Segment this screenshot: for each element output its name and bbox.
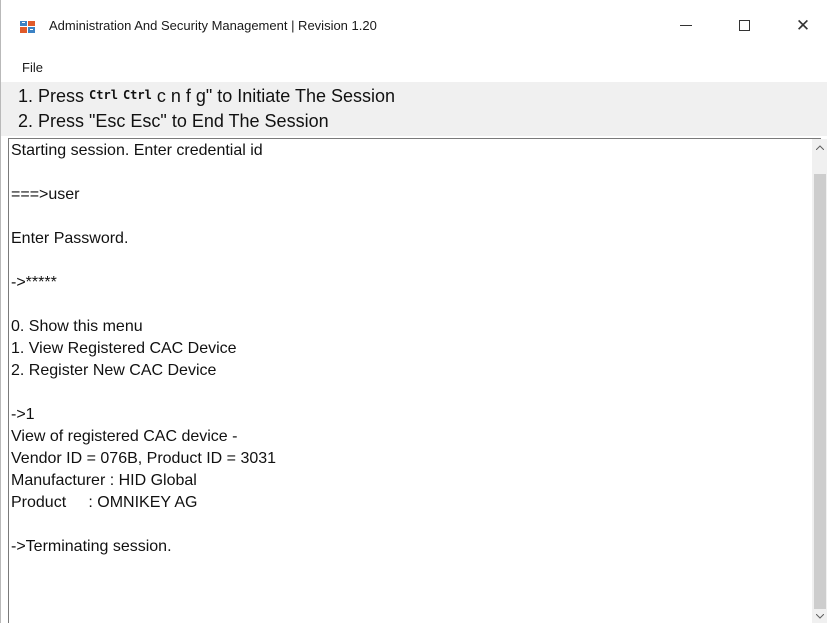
menu-bar: File [1, 52, 827, 82]
scrollbar-thumb[interactable] [814, 174, 826, 609]
chevron-down-icon[interactable] [812, 609, 827, 623]
maximize-icon [738, 19, 750, 31]
console-line: Starting session. Enter credential id [11, 142, 263, 159]
console-line: Vendor ID = 076B, Product ID = 3031 [11, 450, 277, 467]
console-line: 0. Show this menu [11, 318, 143, 335]
close-icon: ✕ [795, 15, 811, 35]
ctrl-key-label: Ctrl [122, 88, 152, 102]
window-title: Administration And Security Management |… [49, 18, 377, 33]
console-line: Manufacturer : HID Global [11, 472, 197, 489]
title-bar[interactable]: Administration And Security Management |… [1, 0, 827, 52]
instruction-start-prefix: 1. Press [18, 86, 90, 106]
minimize-button[interactable] [663, 6, 709, 44]
instructions-panel: 1. Press Ctrl Ctrl c n f g" to Initiate … [1, 82, 827, 136]
console-line: View of registered CAC device - [11, 428, 238, 445]
console-line: ->Terminating session. [11, 538, 172, 555]
vertical-scrollbar[interactable] [812, 139, 827, 623]
console-line: ===>user [11, 186, 80, 203]
close-button[interactable]: ✕ [780, 6, 826, 44]
menu-file[interactable]: File [22, 60, 43, 75]
instruction-start-session: 1. Press Ctrl Ctrl c n f g" to Initiate … [18, 86, 395, 107]
instruction-end-session: 2. Press "Esc Esc" to End The Session [18, 111, 329, 131]
app-window-icon [20, 20, 35, 33]
console-line: 1. View Registered CAC Device [11, 340, 237, 357]
console-line: Product : OMNIKEY AG [11, 494, 198, 511]
console-line: ->***** [11, 274, 57, 291]
ctrl-key-label: Ctrl [89, 88, 118, 102]
minimize-icon [680, 24, 692, 26]
console-line: 2. Register New CAC Device [11, 362, 217, 379]
console-lines: Starting session. Enter credential id ==… [11, 140, 276, 558]
maximize-button[interactable] [721, 6, 767, 44]
instruction-start-suffix: c n f g" to Initiate The Session [151, 86, 396, 106]
console-line: Enter Password. [11, 230, 129, 247]
console-line: ->1 [11, 406, 35, 423]
console-output[interactable]: Starting session. Enter credential id ==… [8, 138, 821, 623]
chevron-up-icon[interactable] [812, 139, 827, 156]
app-window: Administration And Security Management |… [0, 0, 827, 623]
